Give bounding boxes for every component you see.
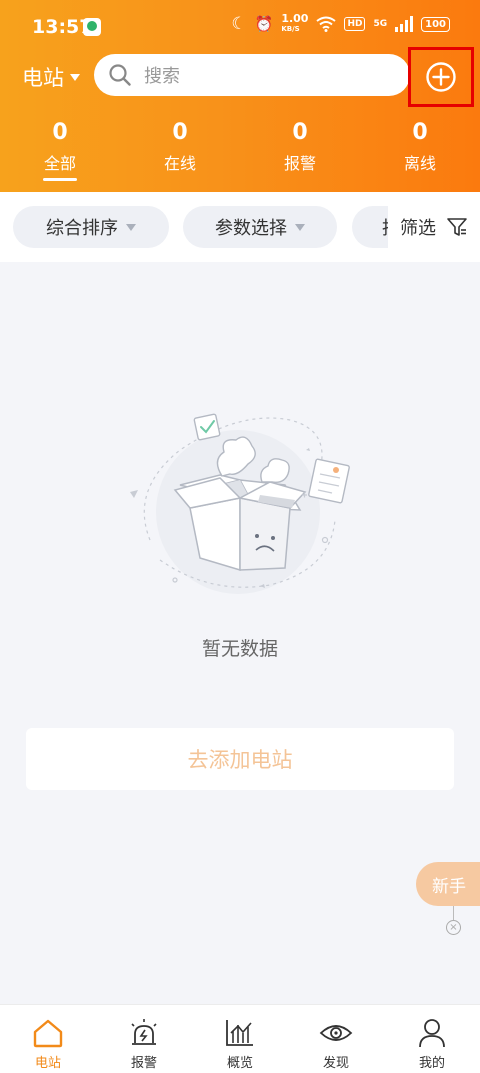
eye-icon bbox=[319, 1025, 353, 1041]
filter-bar: 综合排序 参数选择 拍 筛选 bbox=[0, 192, 480, 262]
search-icon bbox=[109, 64, 131, 86]
tab-station[interactable]: 电站 bbox=[0, 1005, 96, 1073]
alarm-clock-icon: ⏰ bbox=[254, 15, 274, 33]
beginner-guide-button[interactable]: 新手 bbox=[416, 862, 480, 906]
status-icons: ☾ ⏰ 1.00 KB/S HD 5G 100 bbox=[231, 12, 450, 34]
tab-overview[interactable]: 概览 bbox=[192, 1005, 288, 1073]
bottom-tab-bar: 电站 报警 概览 发现 我的 bbox=[0, 1004, 480, 1073]
network-speed-value: 1.00 bbox=[281, 12, 309, 25]
add-station-plus-button[interactable] bbox=[408, 47, 474, 107]
station-list-area: 暂无数据 去添加电站 bbox=[0, 262, 480, 1004]
filter-button-label: 筛选 bbox=[400, 218, 436, 239]
guide-connector bbox=[453, 906, 454, 920]
home-icon bbox=[33, 1019, 63, 1048]
caret-down-icon bbox=[70, 73, 80, 81]
stat-label: 全部 bbox=[43, 154, 76, 173]
header: 13:57 ☾ ⏰ 1.00 KB/S HD 5G 100 电站 搜索 0 全部… bbox=[0, 0, 480, 192]
caret-down-icon bbox=[126, 223, 136, 231]
user-icon bbox=[419, 1019, 445, 1048]
status-stats: 0 全部 0 在线 0 报警 0 离线 bbox=[0, 118, 480, 181]
stat-tab-online[interactable]: 0 在线 bbox=[120, 118, 240, 181]
stat-tab-alarm[interactable]: 0 报警 bbox=[240, 118, 360, 181]
battery-icon: 100 bbox=[421, 16, 450, 32]
empty-state-text: 暂无数据 bbox=[201, 638, 278, 660]
status-bar: 13:57 ☾ ⏰ 1.00 KB/S HD 5G 100 bbox=[0, 0, 480, 54]
stat-label: 离线 bbox=[403, 154, 436, 173]
stat-count: 0 bbox=[52, 120, 68, 145]
sort-dropdown-label: 综合排序 bbox=[46, 218, 118, 239]
stat-count: 0 bbox=[292, 120, 308, 145]
tab-label: 概览 bbox=[226, 1056, 253, 1071]
sort-dropdown[interactable]: 综合排序 bbox=[13, 206, 169, 248]
tab-label: 电站 bbox=[34, 1056, 61, 1071]
stat-tab-offline[interactable]: 0 离线 bbox=[360, 118, 480, 181]
filter-button[interactable]: 筛选 bbox=[388, 192, 480, 262]
active-tab-indicator bbox=[43, 178, 77, 181]
empty-box-illustration bbox=[130, 413, 350, 594]
alarm-light-icon bbox=[131, 1019, 157, 1045]
guide-close-icon[interactable]: × bbox=[446, 920, 461, 935]
search-placeholder: 搜索 bbox=[144, 66, 180, 87]
search-input[interactable]: 搜索 bbox=[94, 54, 410, 96]
tab-discover[interactable]: 发现 bbox=[288, 1005, 384, 1073]
tab-mine[interactable]: 我的 bbox=[384, 1005, 480, 1073]
tab-label: 发现 bbox=[322, 1056, 349, 1071]
tab-alarm[interactable]: 报警 bbox=[96, 1005, 192, 1073]
filter-icon bbox=[447, 218, 467, 236]
stat-count: 0 bbox=[172, 120, 188, 145]
network-speed: 1.00 KB/S bbox=[281, 12, 309, 34]
param-dropdown[interactable]: 参数选择 bbox=[183, 206, 337, 248]
caret-down-icon bbox=[295, 223, 305, 231]
wifi-icon bbox=[316, 16, 337, 32]
tab-label: 报警 bbox=[130, 1056, 157, 1071]
param-dropdown-label: 参数选择 bbox=[215, 218, 287, 239]
moon-icon: ☾ bbox=[231, 14, 247, 34]
station-selector-label: 电站 bbox=[22, 66, 64, 90]
stat-tab-all[interactable]: 0 全部 bbox=[0, 118, 120, 181]
plus-circle-icon bbox=[426, 62, 456, 92]
add-station-button[interactable]: 去添加电站 bbox=[26, 728, 454, 790]
tab-label: 我的 bbox=[418, 1056, 445, 1071]
chart-icon bbox=[226, 1020, 253, 1046]
app-notification-icon bbox=[83, 18, 101, 36]
stat-count: 0 bbox=[412, 120, 428, 145]
network-type: 5G bbox=[373, 19, 388, 29]
signal-icon bbox=[395, 16, 414, 32]
stat-label: 在线 bbox=[163, 154, 196, 173]
stat-label: 报警 bbox=[283, 154, 316, 173]
network-speed-unit: KB/S bbox=[281, 25, 300, 33]
station-selector[interactable]: 电站 bbox=[22, 62, 80, 92]
hd-badge: HD bbox=[344, 17, 366, 31]
